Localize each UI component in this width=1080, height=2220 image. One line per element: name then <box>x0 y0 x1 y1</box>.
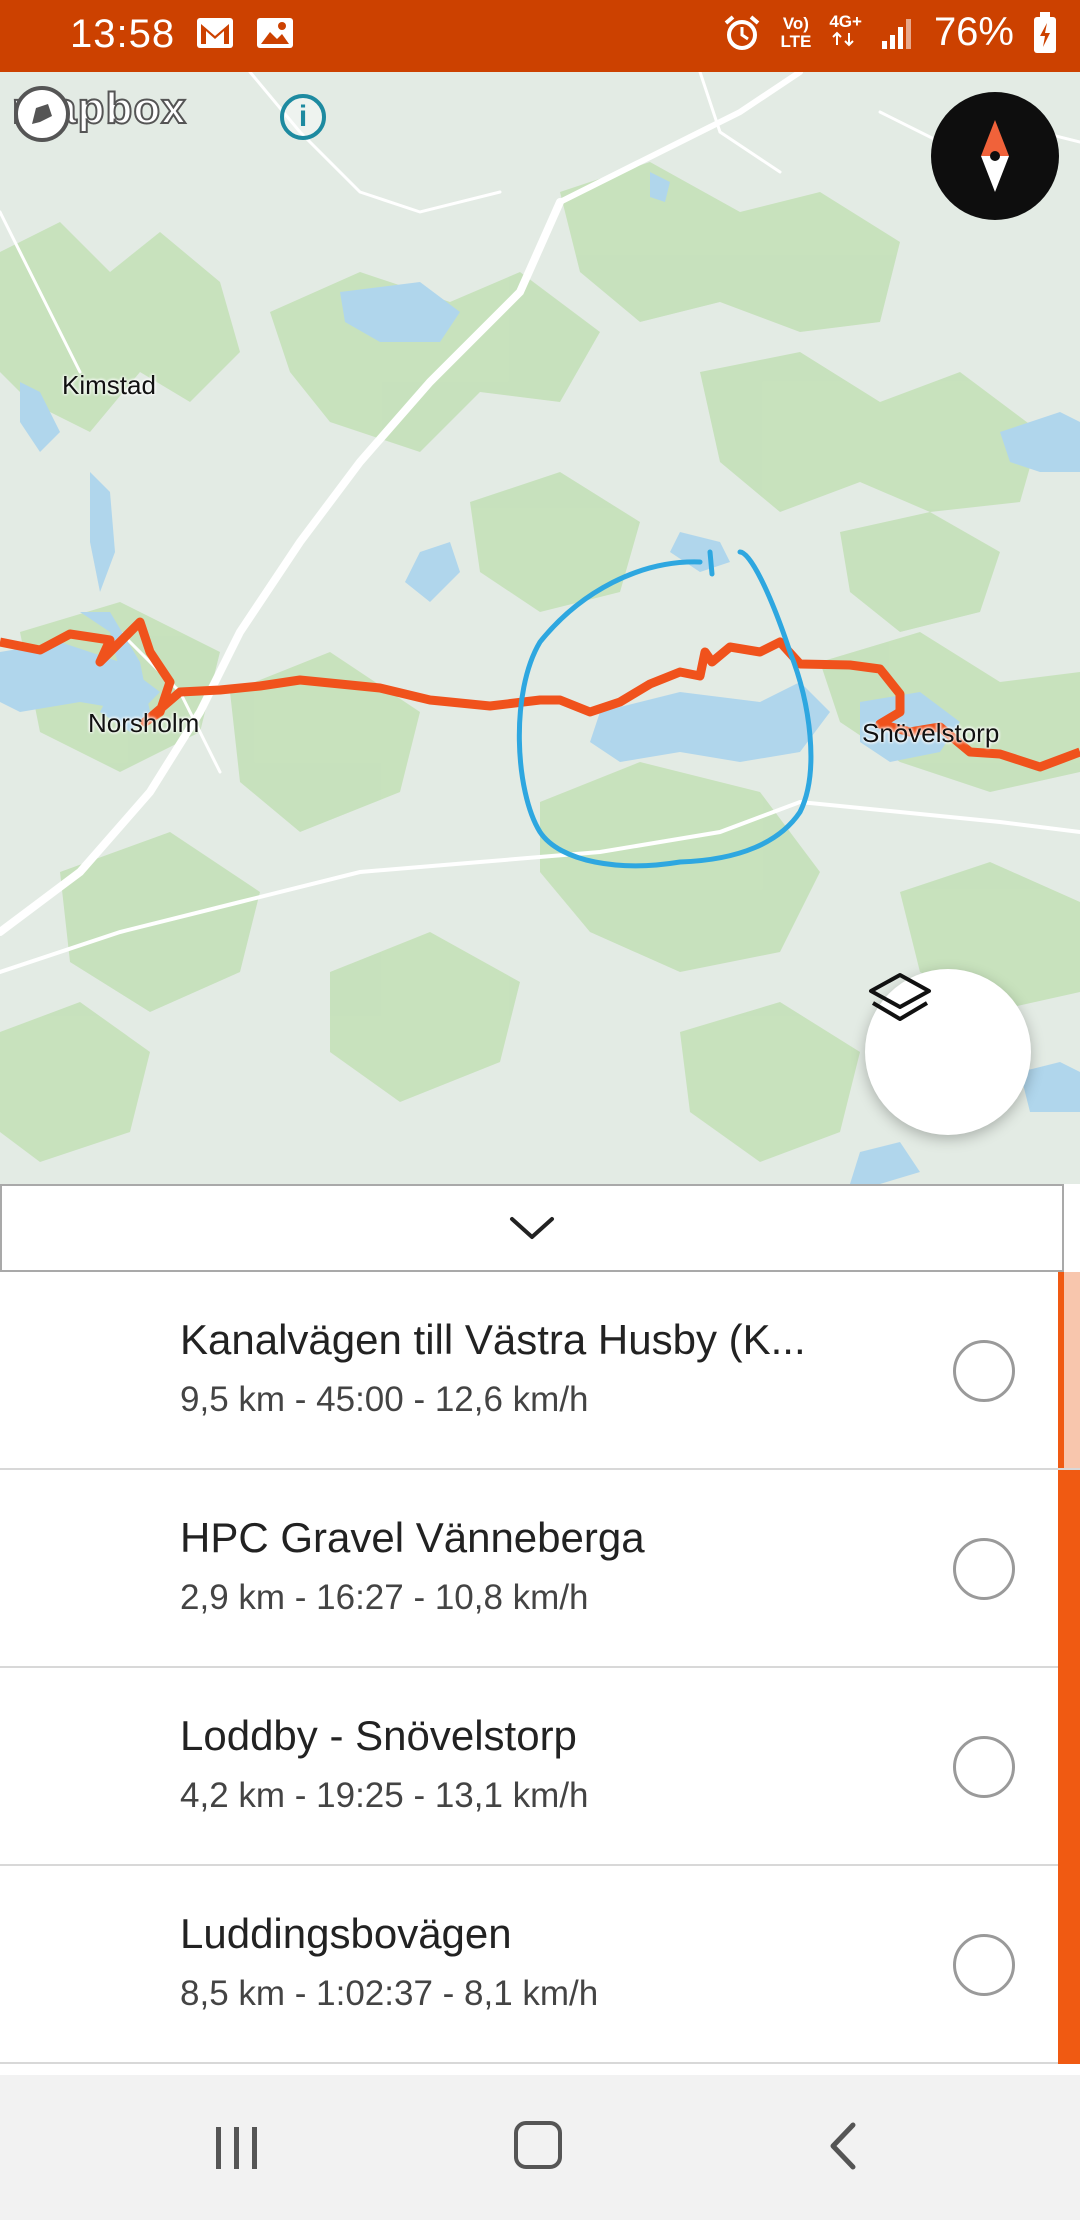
map-view[interactable]: mapbox i Kimstad Norsholm Snövelstorp <box>0 72 1080 1184</box>
segment-name: Kanalvägen till Västra Husby (K... <box>180 1316 806 1363</box>
compass-icon <box>981 120 1009 192</box>
place-label-snovelstorp: Snövelstorp <box>862 718 1000 748</box>
segment-select-radio[interactable] <box>953 1736 1015 1798</box>
scroll-accent <box>1058 1866 1080 2064</box>
system-nav-bar <box>0 2075 1080 2220</box>
mapbox-logo-icon <box>14 86 70 142</box>
segment-select-radio[interactable] <box>953 1934 1015 1996</box>
home-icon[interactable] <box>514 2121 562 2169</box>
attribution-info-button[interactable]: i <box>280 94 326 140</box>
volte-label: Vo) <box>782 13 809 33</box>
list-item[interactable]: Loddby - Snövelstorp 4,2 km - 19:25 - 13… <box>0 1668 1080 1866</box>
data-arrows-icon <box>832 31 855 47</box>
recent-apps-icon[interactable] <box>212 2125 262 2171</box>
compass-button[interactable] <box>931 92 1059 220</box>
list-item[interactable]: Kanalvägen till Västra Husby (K... 9,5 k… <box>0 1272 1080 1470</box>
scroll-accent <box>1058 1470 1080 1668</box>
scroll-accent <box>1058 1272 1080 1468</box>
segment-select-radio[interactable] <box>953 1538 1015 1600</box>
back-icon[interactable] <box>825 2121 859 2171</box>
gallery-icon <box>257 18 293 48</box>
map-layers-button[interactable] <box>865 969 1031 1135</box>
segment-list[interactable]: Kanalvägen till Västra Husby (K... 9,5 k… <box>0 1272 1080 2075</box>
collapse-panel-button[interactable] <box>0 1184 1064 1272</box>
place-label-kimstad: Kimstad <box>62 370 156 400</box>
segment-stats: 9,5 km - 45:00 - 12,6 km/h <box>180 1380 589 1419</box>
gmail-icon <box>197 18 233 48</box>
alarm-icon <box>725 14 760 50</box>
data-type-label: 4G+ <box>829 12 862 31</box>
battery-percentage: 76% <box>933 10 1014 54</box>
segment-name: Luddingsbovägen <box>180 1910 512 1957</box>
segment-name: HPC Gravel Vänneberga <box>180 1514 645 1561</box>
lte-label: LTE <box>780 31 812 51</box>
layers-icon <box>869 973 931 1021</box>
segment-name: Loddby - Snövelstorp <box>180 1712 577 1759</box>
place-label-norsholm: Norsholm <box>88 708 200 738</box>
chevron-down-icon <box>510 1217 554 1239</box>
signal-icon <box>881 18 911 49</box>
battery-charging-icon <box>1034 11 1056 53</box>
status-time: 13:58 <box>70 12 176 56</box>
status-bar: 13:58 Vo) LTE 4G+ 76% <box>0 0 1080 72</box>
segment-stats: 4,2 km - 19:25 - 13,1 km/h <box>180 1776 589 1815</box>
segment-stats: 8,5 km - 1:02:37 - 8,1 km/h <box>180 1974 599 2013</box>
mapbox-logo[interactable]: mapbox <box>11 83 187 142</box>
scroll-accent <box>1058 1668 1080 1866</box>
list-item[interactable]: Luddingsbovägen 8,5 km - 1:02:37 - 8,1 k… <box>0 1866 1080 2064</box>
segment-stats: 2,9 km - 16:27 - 10,8 km/h <box>180 1578 589 1617</box>
list-item[interactable]: HPC Gravel Vänneberga 2,9 km - 16:27 - 1… <box>0 1470 1080 1668</box>
segment-select-radio[interactable] <box>953 1340 1015 1402</box>
